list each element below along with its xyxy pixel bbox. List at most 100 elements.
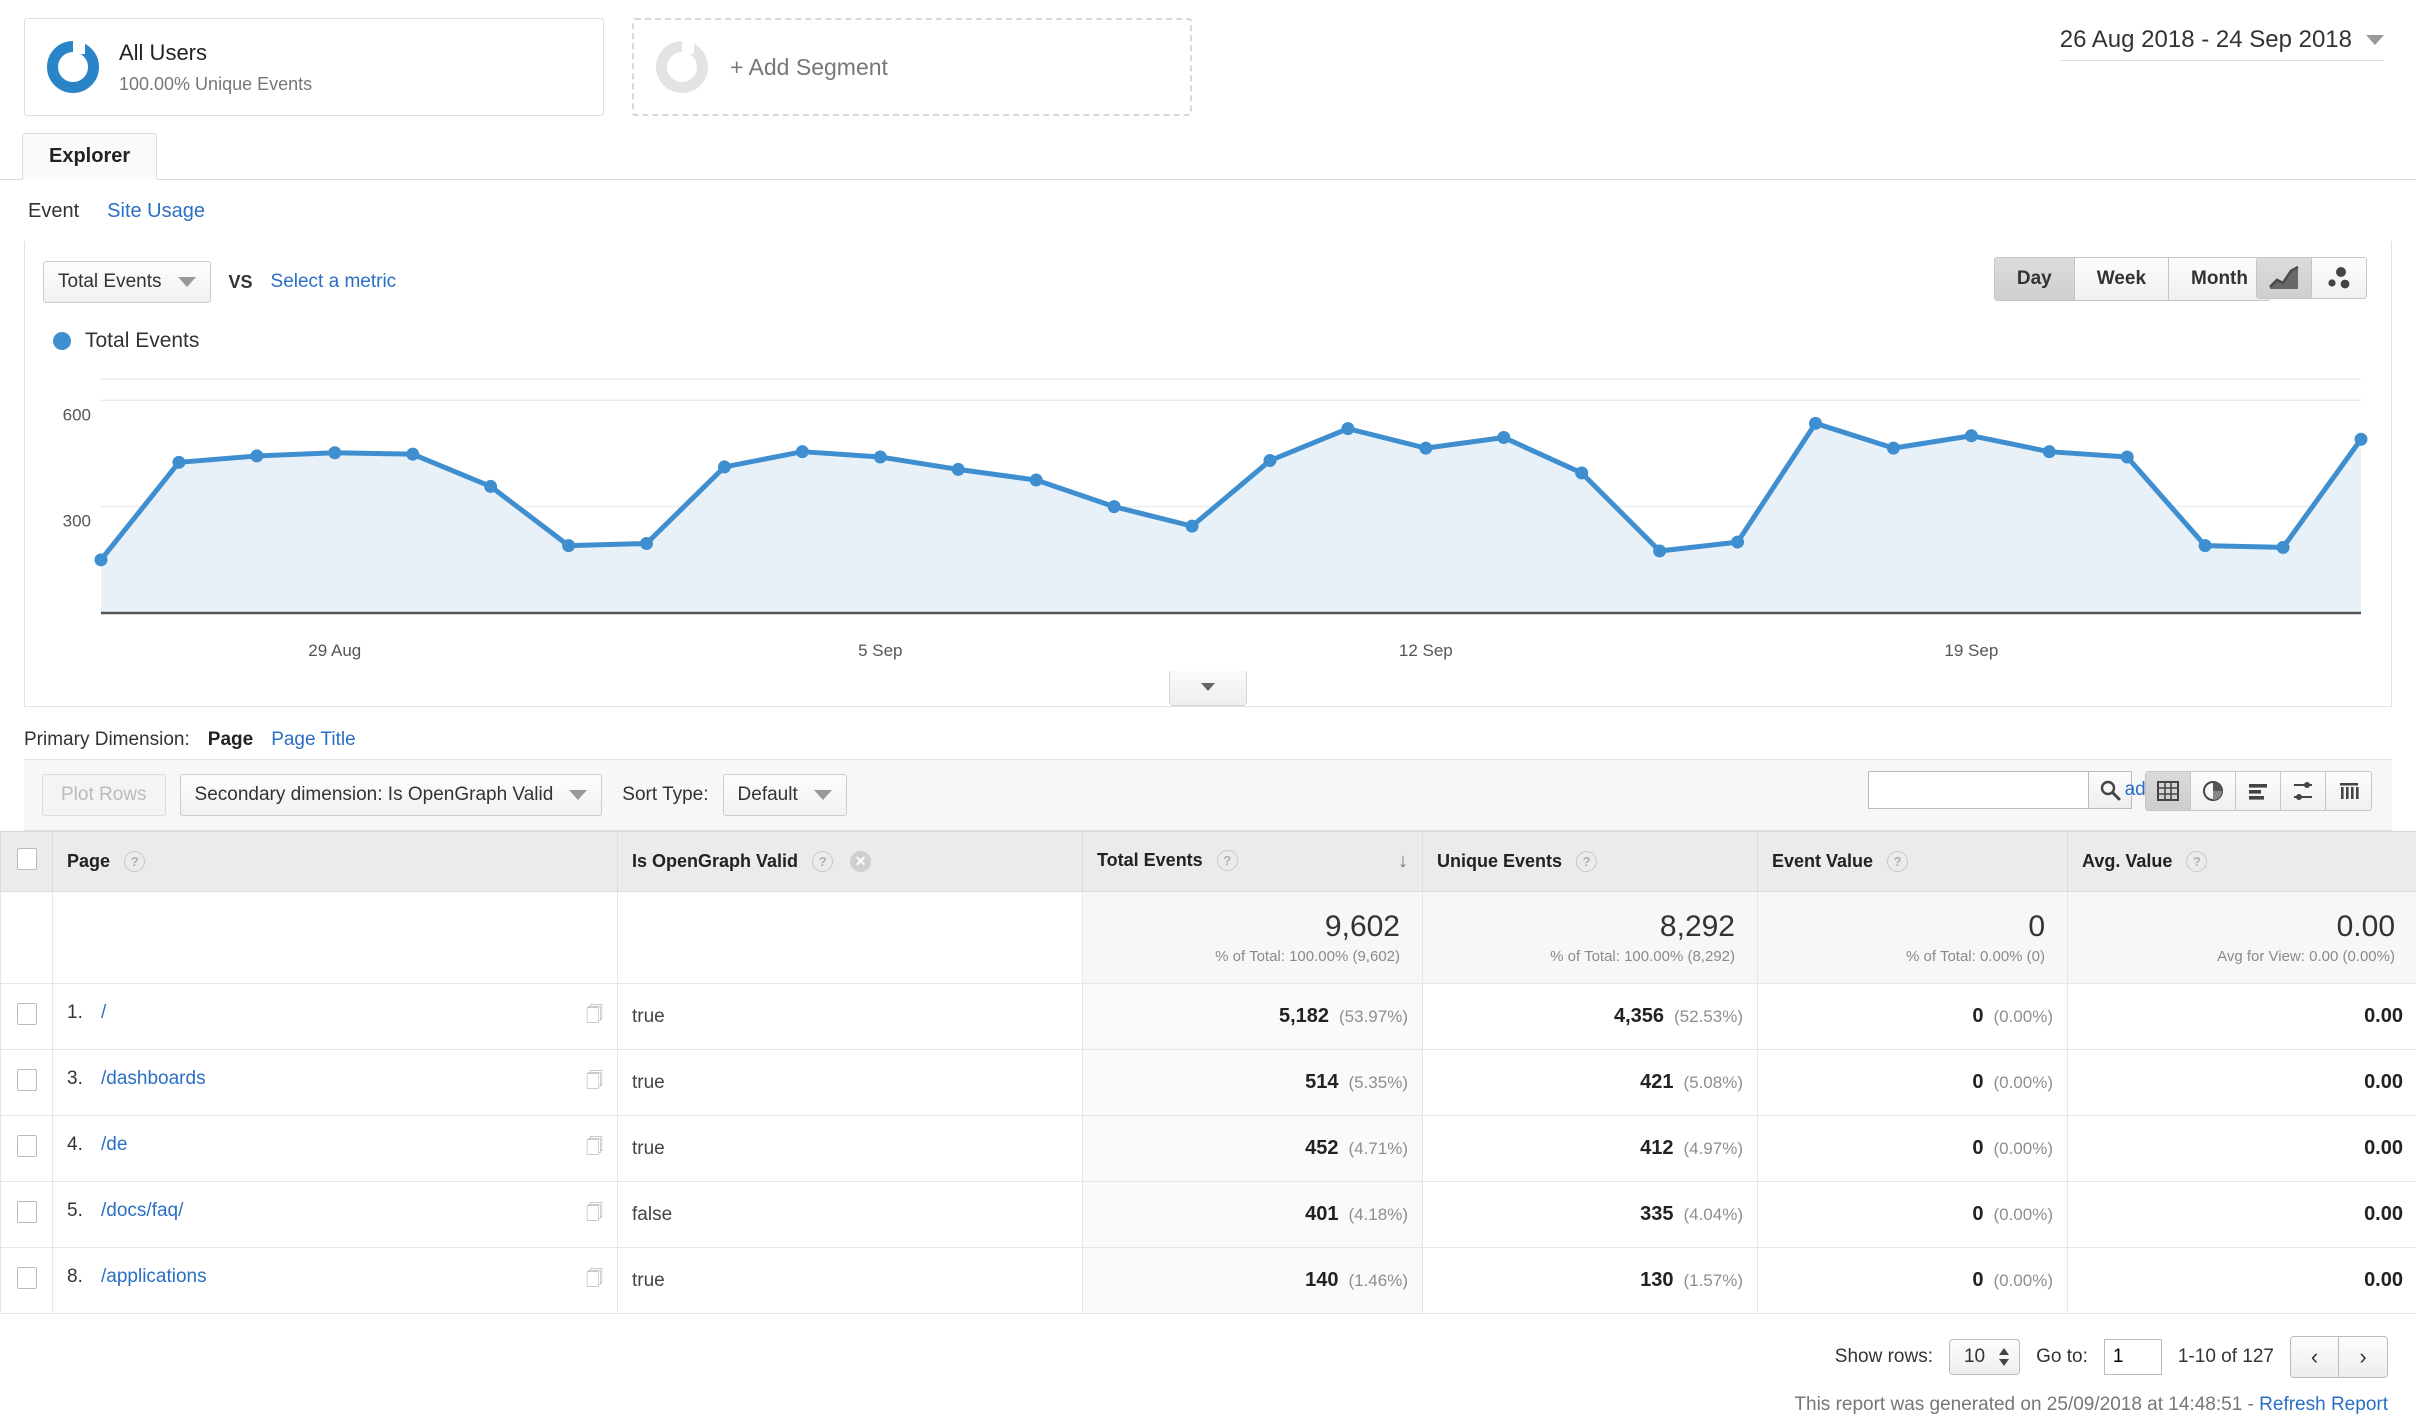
row-unique-events-cell: 335(4.04%) [1423,1182,1758,1248]
events-area-chart[interactable]: 300600 [49,361,2367,631]
row-checkbox[interactable] [17,1135,37,1157]
row-index: 8. [67,1266,101,1288]
help-icon[interactable]: ? [1217,850,1238,871]
totals-unique-events-sub: % of Total: 100.00% (8,292) [1437,948,1735,965]
row-select-cell[interactable] [1,1116,53,1182]
totals-total-events-cell: 9,602 % of Total: 100.00% (9,602) [1083,892,1423,984]
sub-tab-site-usage[interactable]: Site Usage [107,200,205,223]
row-page-link[interactable]: /dashboards [101,1068,206,1089]
row-avg-value-cell: 0.00 [2068,1248,2416,1314]
row-checkbox[interactable] [17,1003,37,1025]
chart-collapse-button[interactable] [1169,671,1247,706]
table-totals-row: 9,602 % of Total: 100.00% (9,602) 8,292 … [1,892,2416,984]
chart-x-axis-labels: 29 Aug5 Sep12 Sep19 Sep [25,631,2391,673]
column-header-page[interactable]: Page ? [53,832,618,892]
tab-strip: Explorer [0,135,2416,180]
row-select-cell[interactable] [1,1050,53,1116]
bar-view-icon[interactable] [2236,772,2281,810]
help-icon[interactable]: ? [2186,851,2207,872]
column-header-event-value[interactable]: Event Value ? [1758,832,2068,892]
previous-page-button[interactable]: ‹ [2291,1337,2339,1377]
column-header-unique-events[interactable]: Unique Events ? [1423,832,1758,892]
row-page-link[interactable]: /de [101,1134,127,1155]
row-page-link[interactable]: /applications [101,1266,207,1287]
help-icon[interactable]: ? [124,851,145,872]
row-page-link[interactable]: /docs/faq/ [101,1200,183,1221]
pivot-view-icon[interactable] [2326,772,2371,810]
table-view-icon[interactable] [2146,772,2191,810]
primary-metric-dropdown[interactable]: Total Events [43,261,211,303]
line-chart-icon[interactable] [2257,258,2312,298]
row-index: 1. [67,1002,101,1024]
date-range-picker[interactable]: 26 Aug 2018 - 24 Sep 2018 [2060,26,2384,61]
refresh-report-link[interactable]: Refresh Report [2259,1394,2388,1415]
search-input[interactable] [1868,771,2088,809]
segment-card-all-users[interactable]: All Users 100.00% Unique Events [24,18,604,116]
row-checkbox[interactable] [17,1267,37,1289]
granularity-month[interactable]: Month [2169,258,2270,300]
row-checkbox[interactable] [17,1069,37,1091]
show-rows-select[interactable]: 10 [1949,1339,2020,1375]
column-header-secondary[interactable]: Is OpenGraph Valid ? ✕ [618,832,1083,892]
granularity-day[interactable]: Day [1995,258,2075,300]
open-in-new-window-icon[interactable]: 🗍 [586,1266,603,1295]
row-select-cell[interactable] [1,1182,53,1248]
generated-text: This report was generated on 25/09/2018 … [1794,1394,2253,1415]
row-checkbox[interactable] [17,1201,37,1223]
segment-subtitle: 100.00% Unique Events [119,72,312,96]
table-toolbar: Plot Rows Secondary dimension: Is OpenGr… [24,759,2392,831]
open-in-new-window-icon[interactable]: 🗍 [586,1002,603,1031]
sort-type-dropdown[interactable]: Default [723,774,847,816]
go-to-input[interactable] [2104,1339,2162,1375]
chart-expander [25,671,2391,706]
chevron-down-icon [178,277,196,287]
primary-dimension-page[interactable]: Page [208,729,253,751]
column-label-avg-value: Avg. Value [2082,851,2172,871]
x-axis-tick-label: 12 Sep [1399,641,1453,661]
open-in-new-window-icon[interactable]: 🗍 [586,1200,603,1229]
segment-bar: All Users 100.00% Unique Events + Add Se… [0,0,2416,135]
performance-view-icon[interactable] [2281,772,2326,810]
help-icon[interactable]: ? [1576,851,1597,872]
help-icon[interactable]: ? [1887,851,1908,872]
column-header-total-events[interactable]: Total Events ? ↓ [1083,832,1423,892]
chart-legend: Total Events [25,311,2391,353]
totals-event-value-cell: 0 % of Total: 0.00% (0) [1758,892,2068,984]
table-header-row: Page ? Is OpenGraph Valid ? ✕ Total Even… [1,832,2416,892]
show-rows-label: Show rows: [1835,1346,1933,1368]
row-event-value-cell: 0(0.00%) [1758,1116,2068,1182]
select-a-metric-link[interactable]: Select a metric [271,271,397,293]
segment-title: All Users [119,38,312,68]
select-all-checkbox[interactable] [17,848,37,870]
x-axis-tick-label: 19 Sep [1944,641,1998,661]
open-in-new-window-icon[interactable]: 🗍 [586,1068,603,1097]
row-page-cell: 4./de🗍 [53,1116,618,1182]
svg-text:600: 600 [63,405,91,424]
report-generated-line: This report was generated on 25/09/2018 … [0,1378,2416,1416]
row-page-link[interactable]: / [101,1002,106,1023]
granularity-week[interactable]: Week [2075,258,2169,300]
date-range-value: 26 Aug 2018 - 24 Sep 2018 [2060,26,2352,54]
row-event-value-cell: 0(0.00%) [1758,1050,2068,1116]
remove-secondary-dimension-icon[interactable]: ✕ [850,851,871,872]
pie-view-icon[interactable] [2191,772,2236,810]
motion-chart-icon[interactable] [2312,258,2366,298]
next-page-button[interactable]: › [2339,1337,2387,1377]
table-row: 1./🗍true5,182(53.97%)4,356(52.53%)0(0.00… [1,984,2416,1050]
add-segment-button[interactable]: + Add Segment [632,18,1192,116]
sub-tab-event[interactable]: Event [28,200,79,223]
help-icon[interactable]: ? [812,851,833,872]
plot-rows-button[interactable]: Plot Rows [42,774,166,816]
x-axis-tick-label: 29 Aug [308,641,361,661]
tab-explorer[interactable]: Explorer [22,133,157,180]
primary-dimension-page-title[interactable]: Page Title [271,729,356,751]
legend-label: Total Events [85,329,199,353]
column-header-avg-value[interactable]: Avg. Value ? [2068,832,2416,892]
secondary-dimension-dropdown[interactable]: Secondary dimension: Is OpenGraph Valid [180,774,603,816]
row-total-events-cell: 514(5.35%) [1083,1050,1423,1116]
row-select-cell[interactable] [1,984,53,1050]
select-all-cell[interactable] [1,832,53,892]
open-in-new-window-icon[interactable]: 🗍 [586,1134,603,1163]
totals-checkbox-cell [1,892,53,984]
row-select-cell[interactable] [1,1248,53,1314]
